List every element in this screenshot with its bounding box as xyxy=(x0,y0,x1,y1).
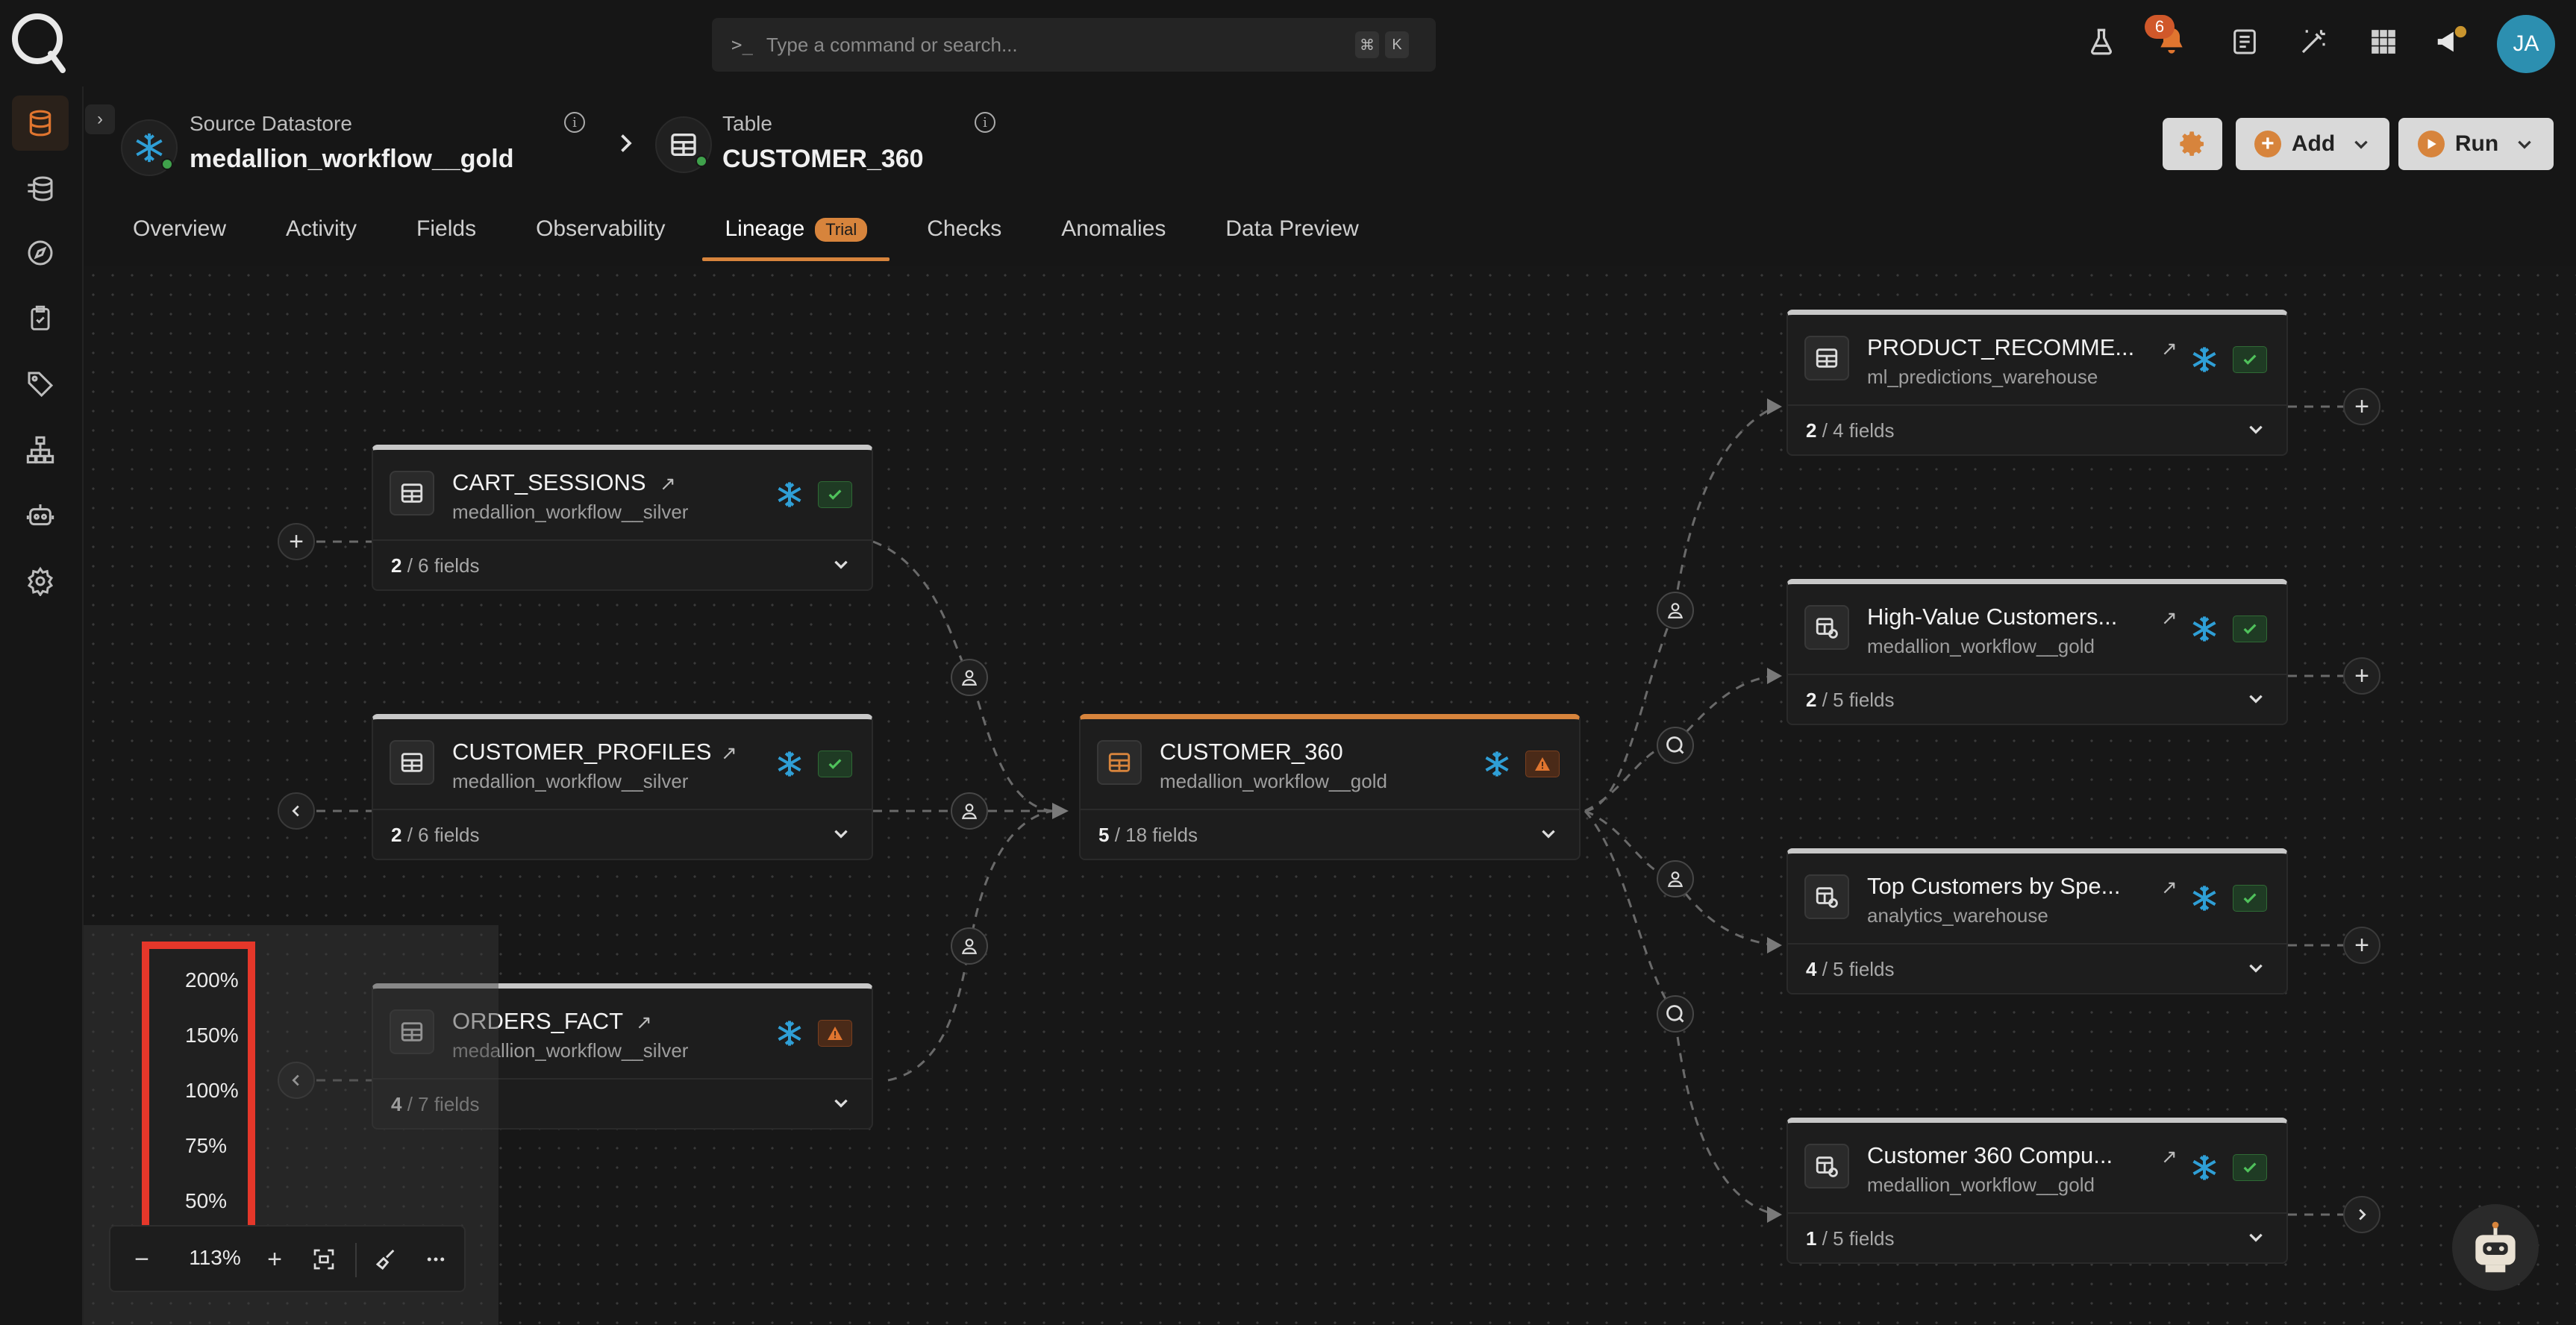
node-field-count: 4 / 5 fields xyxy=(1788,943,2286,994)
chevron-down-icon[interactable] xyxy=(2246,689,2266,708)
lineage-node-cart-sessions[interactable]: CART_SESSIONS ↗ medallion_workflow__silv… xyxy=(372,445,873,591)
zoom-out-button[interactable]: − xyxy=(121,1238,163,1280)
node-name: CART_SESSIONS xyxy=(452,469,646,495)
assistant-robot-button[interactable] xyxy=(2452,1204,2539,1291)
snowflake-icon xyxy=(778,1021,801,1046)
node-name: CUSTOMER_360 xyxy=(1160,739,1343,765)
table-icon xyxy=(1804,336,1849,380)
node-field-count: 2 / 6 fields xyxy=(373,809,872,860)
chevron-down-icon[interactable] xyxy=(1539,824,1558,843)
status-warning-icon xyxy=(818,1020,852,1047)
chevron-down-icon[interactable] xyxy=(2246,419,2266,439)
snowflake-icon xyxy=(2192,1155,2216,1180)
node-field-count: 2 / 4 fields xyxy=(1788,404,2286,456)
external-link-icon[interactable]: ↗ xyxy=(2161,1145,2178,1168)
qualytics-edge-icon[interactable] xyxy=(1657,727,1694,764)
collapse-upstream-button[interactable] xyxy=(278,792,315,830)
computed-table-icon xyxy=(1804,874,1849,919)
node-datastore: medallion_workflow__silver xyxy=(452,770,689,792)
chevron-down-icon[interactable] xyxy=(831,824,851,843)
qualytics-edge-icon[interactable] xyxy=(1657,995,1694,1033)
table-icon xyxy=(1097,740,1142,785)
node-field-count: 5 / 18 fields xyxy=(1081,809,1579,860)
zoom-level-display[interactable]: 113% xyxy=(179,1246,251,1270)
expand-downstream-chevron-button[interactable] xyxy=(2343,1196,2380,1233)
node-field-count: 1 / 5 fields xyxy=(1788,1212,2286,1264)
snowflake-icon xyxy=(778,482,801,507)
expand-downstream-plus-button[interactable]: + xyxy=(2343,927,2380,964)
status-ok-icon xyxy=(2233,615,2267,642)
zoom-option-50[interactable]: 50% xyxy=(185,1189,227,1213)
lineage-node-high-value-customers[interactable]: High-Value Customers... ↗ medallion_work… xyxy=(1786,579,2288,725)
zoom-toolbar: − 113% + xyxy=(109,1225,466,1292)
snowflake-icon xyxy=(2192,616,2216,642)
computed-table-icon xyxy=(1804,1144,1849,1188)
expand-downstream-plus-button[interactable]: + xyxy=(2343,388,2380,425)
status-ok-icon xyxy=(818,751,852,777)
broom-icon[interactable] xyxy=(366,1238,407,1280)
external-link-icon[interactable]: ↗ xyxy=(636,1011,652,1034)
toolbar-divider xyxy=(355,1243,357,1277)
node-name: Customer 360 Compu... xyxy=(1867,1142,2113,1168)
external-link-icon[interactable]: ↗ xyxy=(721,742,737,765)
node-datastore: medallion_workflow__gold xyxy=(1867,1174,2095,1196)
user-edge-icon[interactable] xyxy=(951,927,988,965)
lineage-node-product-recommendations[interactable]: PRODUCT_RECOMME... ↗ ml_predictions_ware… xyxy=(1786,310,2288,456)
node-datastore: medallion_workflow__silver xyxy=(452,501,689,523)
user-edge-icon[interactable] xyxy=(1657,592,1694,629)
lineage-node-top-customers[interactable]: Top Customers by Spe... ↗ analytics_ware… xyxy=(1786,848,2288,994)
node-name: Top Customers by Spe... xyxy=(1867,873,2121,899)
zoom-option-75[interactable]: 75% xyxy=(185,1134,227,1158)
node-name: CUSTOMER_PROFILES xyxy=(452,739,712,765)
more-options-icon[interactable] xyxy=(415,1238,457,1280)
chevron-down-icon[interactable] xyxy=(831,554,851,574)
chevron-down-icon[interactable] xyxy=(2246,958,2266,977)
app-root: >_ Type a command or search... ⌘ K 6 JA xyxy=(0,0,2576,1325)
chevron-down-icon[interactable] xyxy=(831,1093,851,1112)
zoom-options-menu: 200% 150% 100% 75% 50% xyxy=(142,942,255,1244)
user-edge-icon[interactable] xyxy=(951,659,988,696)
status-ok-icon xyxy=(2233,885,2267,912)
table-icon xyxy=(390,740,434,785)
user-edge-icon[interactable] xyxy=(951,792,988,830)
status-ok-icon xyxy=(2233,346,2267,373)
node-name: High-Value Customers... xyxy=(1867,604,2118,630)
node-datastore: medallion_workflow__gold xyxy=(1160,770,1387,792)
external-link-icon[interactable]: ↗ xyxy=(2161,337,2178,360)
expand-downstream-plus-button[interactable]: + xyxy=(2343,657,2380,695)
snowflake-icon xyxy=(778,751,801,777)
snowflake-icon xyxy=(1485,751,1509,777)
node-field-count: 2 / 5 fields xyxy=(1788,674,2286,725)
chevron-down-icon[interactable] xyxy=(2246,1227,2266,1247)
snowflake-icon xyxy=(2192,886,2216,911)
lineage-node-customer-360[interactable]: CUSTOMER_360 medallion_workflow__gold 5 … xyxy=(1079,714,1581,860)
external-link-icon[interactable]: ↗ xyxy=(2161,607,2178,630)
external-link-icon[interactable]: ↗ xyxy=(2161,876,2178,899)
status-ok-icon xyxy=(818,481,852,508)
zoom-option-150[interactable]: 150% xyxy=(185,1024,239,1047)
fit-view-button[interactable] xyxy=(303,1238,345,1280)
node-field-count: 2 / 6 fields xyxy=(373,539,872,591)
status-warning-icon xyxy=(1525,751,1560,777)
expand-upstream-plus-button[interactable]: + xyxy=(278,523,315,560)
zoom-option-100[interactable]: 100% xyxy=(185,1079,239,1103)
lineage-node-customer-profiles[interactable]: CUSTOMER_PROFILES ↗ medallion_workflow__… xyxy=(372,714,873,860)
node-datastore: medallion_workflow__gold xyxy=(1867,635,2095,657)
user-edge-icon[interactable] xyxy=(1657,860,1694,898)
zoom-option-200[interactable]: 200% xyxy=(185,968,239,992)
table-icon xyxy=(390,471,434,516)
status-ok-icon xyxy=(2233,1154,2267,1181)
external-link-icon[interactable]: ↗ xyxy=(660,472,676,495)
computed-table-icon xyxy=(1804,605,1849,650)
snowflake-icon xyxy=(2192,347,2216,372)
node-name: PRODUCT_RECOMME... xyxy=(1867,334,2135,360)
lineage-node-customer-360-computed[interactable]: Customer 360 Compu... ↗ medallion_workfl… xyxy=(1786,1118,2288,1264)
zoom-in-button[interactable]: + xyxy=(254,1238,296,1280)
node-datastore: ml_predictions_warehouse xyxy=(1867,366,2098,388)
node-datastore: analytics_warehouse xyxy=(1867,904,2048,927)
